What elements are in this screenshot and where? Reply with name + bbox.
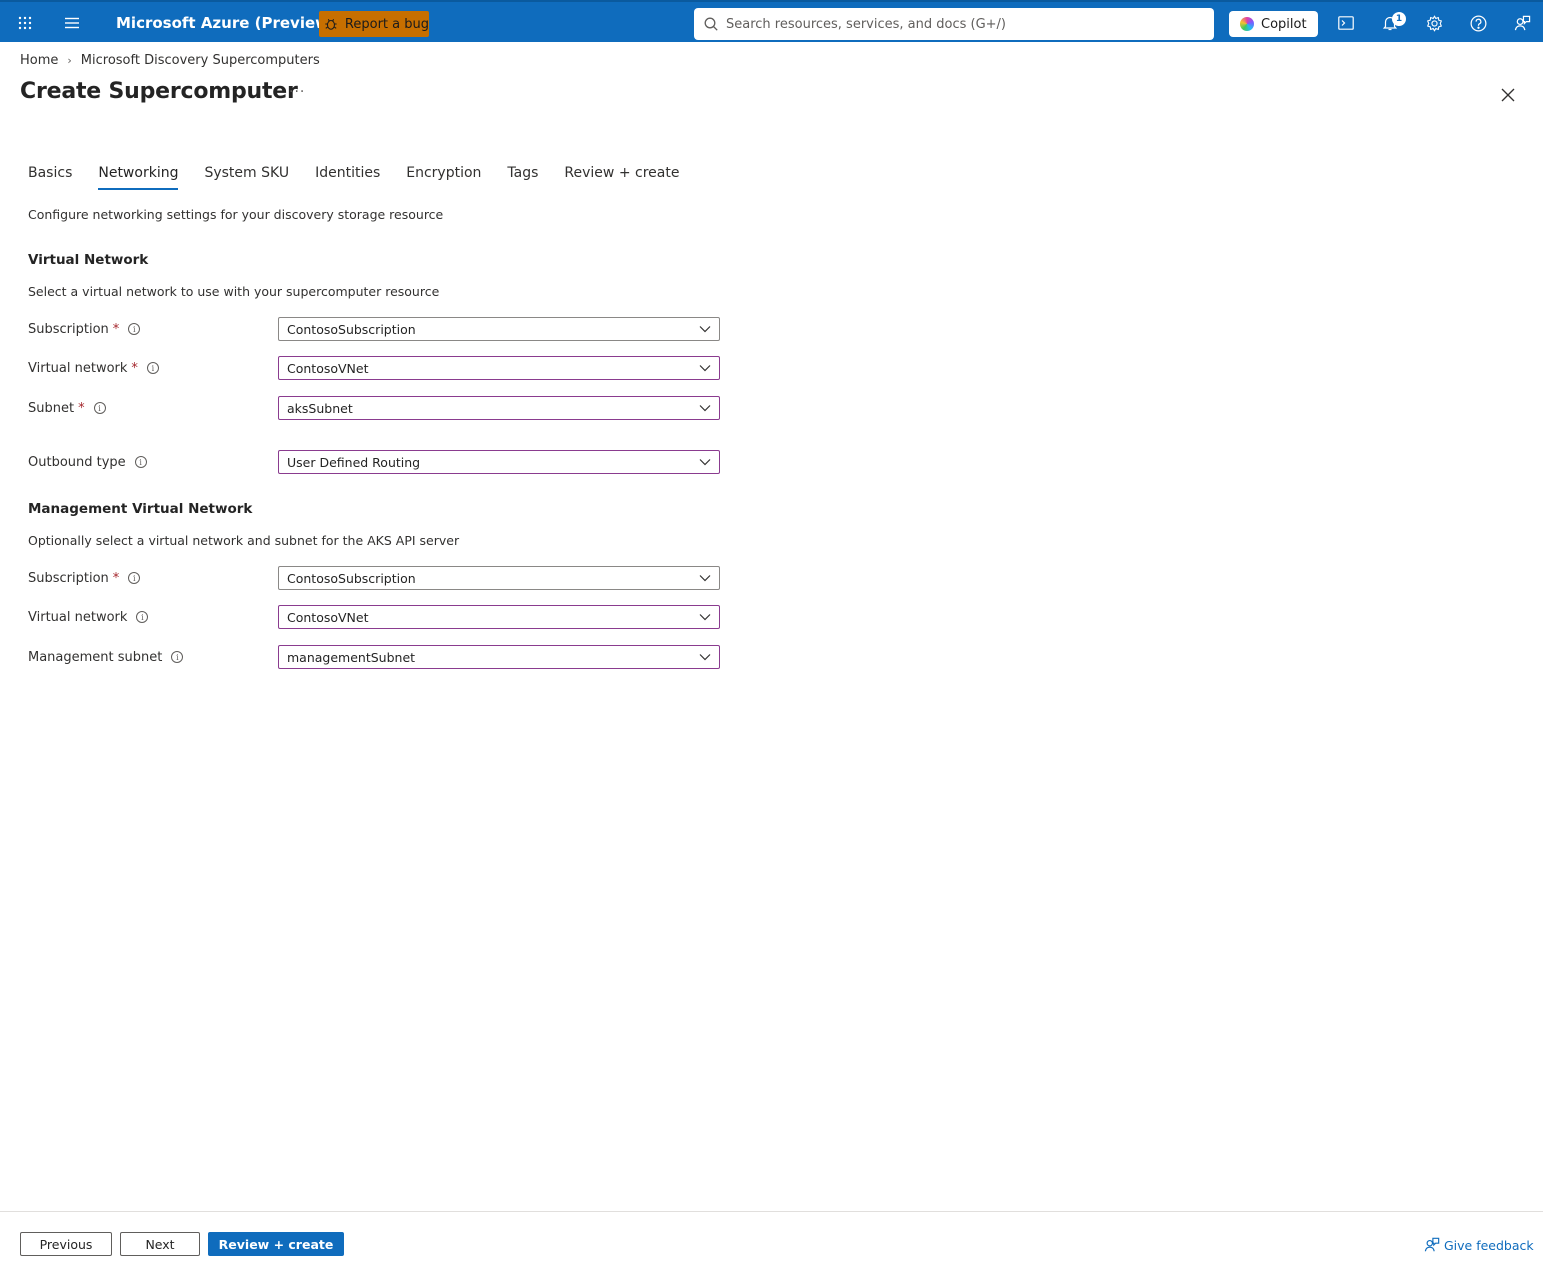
- wizard-tabs: Basics Networking System SKU Identities …: [28, 162, 705, 190]
- subnet-dropdown[interactable]: aksSubnet: [278, 396, 720, 420]
- mgmt-subscription-label: Subscription * i: [28, 567, 141, 589]
- info-icon[interactable]: i: [136, 611, 149, 623]
- app-launcher-icon[interactable]: [14, 2, 36, 44]
- outbound-type-label-text: Outbound type: [28, 454, 126, 470]
- help-icon[interactable]: [1467, 2, 1489, 44]
- required-marker: *: [112, 570, 120, 586]
- settings-gear-icon[interactable]: [1423, 2, 1445, 44]
- mgmt-virtual-network-label-text: Virtual network: [28, 609, 128, 625]
- subnet-value: aksSubnet: [287, 400, 353, 416]
- tab-identities[interactable]: Identities: [315, 162, 380, 190]
- search-input[interactable]: [726, 16, 1196, 32]
- management-subnet-label-text: Management subnet: [28, 649, 163, 665]
- tab-system-sku[interactable]: System SKU: [204, 162, 289, 190]
- global-search[interactable]: [694, 8, 1214, 40]
- mgmt-virtual-network-value: ContosoVNet: [287, 609, 369, 625]
- cloud-shell-icon[interactable]: [1335, 2, 1357, 44]
- mgmt-virtual-network-label: Virtual network i: [28, 606, 149, 628]
- copilot-icon: [1240, 17, 1254, 31]
- subnet-label: Subnet * i: [28, 397, 106, 419]
- subscription-label-text: Subscription: [28, 321, 109, 337]
- copilot-button[interactable]: Copilot: [1229, 11, 1318, 37]
- management-subnet-value: managementSubnet: [287, 649, 416, 665]
- tab-networking[interactable]: Networking: [98, 162, 179, 190]
- subnet-label-text: Subnet: [28, 400, 75, 416]
- info-icon[interactable]: i: [146, 362, 159, 374]
- required-marker: *: [131, 360, 138, 376]
- hamburger-menu-icon[interactable]: [61, 2, 83, 44]
- outbound-type-dropdown[interactable]: User Defined Routing: [278, 450, 720, 474]
- notification-badge: 1: [1392, 12, 1406, 26]
- chevron-down-icon: [699, 405, 711, 412]
- report-bug-label: Report a bug: [344, 16, 429, 32]
- required-marker: *: [112, 321, 120, 337]
- virtual-network-label-text: Virtual network: [28, 360, 128, 376]
- search-icon: [704, 17, 718, 31]
- management-subnet-dropdown[interactable]: managementSubnet: [278, 645, 720, 669]
- tab-encryption[interactable]: Encryption: [406, 162, 481, 190]
- chevron-down-icon: [699, 326, 711, 333]
- required-marker: *: [78, 400, 85, 416]
- virtual-network-heading: Virtual Network: [28, 252, 149, 268]
- outbound-type-label: Outbound type i: [28, 451, 147, 473]
- intro-text: Configure networking settings for your d…: [28, 207, 444, 222]
- feedback-icon[interactable]: [1511, 2, 1533, 44]
- breadcrumb-chevron-icon: ›: [67, 53, 72, 67]
- breadcrumb-service[interactable]: Microsoft Discovery Supercomputers: [81, 53, 320, 68]
- virtual-network-description: Select a virtual network to use with you…: [28, 284, 440, 299]
- mgmt-virtual-network-dropdown[interactable]: ContosoVNet: [278, 605, 720, 629]
- next-button[interactable]: Next: [120, 1232, 200, 1256]
- outbound-type-value: User Defined Routing: [287, 454, 421, 470]
- chevron-down-icon: [699, 365, 711, 372]
- info-icon[interactable]: i: [128, 323, 141, 335]
- bug-icon: [325, 18, 337, 30]
- tab-review-create[interactable]: Review + create: [564, 162, 679, 190]
- mgmt-subscription-dropdown[interactable]: ContosoSubscription: [278, 566, 720, 590]
- chevron-down-icon: [699, 459, 711, 466]
- report-bug-button[interactable]: Report a bug: [319, 11, 429, 37]
- management-network-description: Optionally select a virtual network and …: [28, 533, 460, 548]
- management-network-heading: Management Virtual Network: [28, 501, 253, 517]
- chevron-down-icon: [699, 614, 711, 621]
- chevron-down-icon: [699, 654, 711, 661]
- tab-tags[interactable]: Tags: [507, 162, 538, 190]
- info-icon[interactable]: i: [171, 651, 184, 663]
- give-feedback-label: Give feedback: [1444, 1237, 1534, 1253]
- give-feedback-link[interactable]: Give feedback: [1424, 1236, 1534, 1254]
- virtual-network-label: Virtual network * i: [28, 357, 159, 379]
- tab-basics[interactable]: Basics: [28, 162, 72, 190]
- more-options-icon[interactable]: ···: [289, 84, 305, 100]
- management-subnet-label: Management subnet i: [28, 646, 184, 668]
- top-bar: Microsoft Azure (Preview) Report a bug C…: [0, 0, 1543, 42]
- portal-brand[interactable]: Microsoft Azure (Preview): [116, 2, 336, 44]
- close-icon[interactable]: [1497, 84, 1519, 106]
- copilot-label: Copilot: [1261, 16, 1307, 32]
- subscription-value: ContosoSubscription: [287, 321, 416, 337]
- mgmt-subscription-value: ContosoSubscription: [287, 570, 416, 586]
- mgmt-subscription-label-text: Subscription: [28, 570, 109, 586]
- subscription-label: Subscription * i: [28, 318, 141, 340]
- info-icon[interactable]: i: [93, 402, 106, 414]
- subscription-dropdown[interactable]: ContosoSubscription: [278, 317, 720, 341]
- previous-button[interactable]: Previous: [20, 1232, 112, 1256]
- breadcrumb: Home › Microsoft Discovery Supercomputer…: [20, 50, 320, 70]
- chevron-down-icon: [699, 575, 711, 582]
- review-create-button[interactable]: Review + create: [208, 1232, 344, 1256]
- info-icon[interactable]: i: [134, 456, 147, 468]
- breadcrumb-home[interactable]: Home: [20, 53, 58, 68]
- info-icon[interactable]: i: [128, 572, 141, 584]
- virtual-network-dropdown[interactable]: ContosoVNet: [278, 356, 720, 380]
- feedback-person-icon: [1424, 1237, 1440, 1252]
- page-title: Create Supercomputer: [20, 79, 298, 104]
- virtual-network-value: ContosoVNet: [287, 360, 369, 376]
